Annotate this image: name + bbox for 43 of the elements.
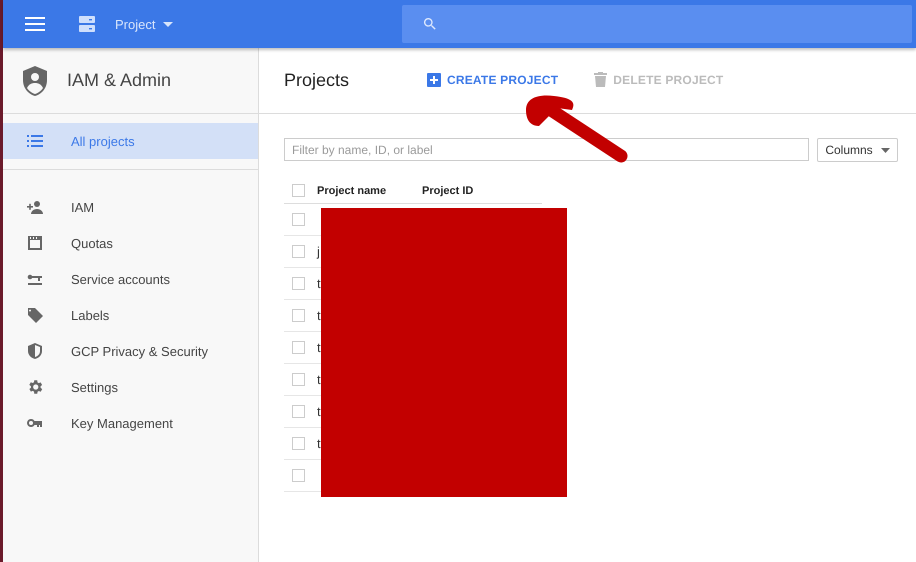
- row-checkbox[interactable]: [292, 213, 305, 226]
- caret-icon: [880, 148, 890, 152]
- shield-icon: [26, 342, 44, 360]
- sidebar-item[interactable]: GCP Privacy & Security: [3, 333, 258, 369]
- trash-icon: [594, 72, 608, 87]
- table-cell: t: [317, 340, 321, 355]
- table-cell: t: [317, 436, 321, 451]
- row-checkbox[interactable]: [292, 309, 305, 322]
- table-cell: t: [317, 276, 321, 291]
- tag-icon: [26, 306, 44, 324]
- sidebar-item[interactable]: Quotas: [3, 225, 258, 261]
- row-checkbox[interactable]: [292, 277, 305, 290]
- sidebar-title: IAM & Admin: [67, 70, 172, 91]
- table-cell: t: [317, 404, 321, 419]
- filter-field[interactable]: Filter by name, ID, or label: [284, 138, 809, 161]
- quota-icon: [26, 234, 44, 252]
- shield-person-icon: [23, 66, 47, 96]
- create-button[interactable]: CREATE PROJECT: [427, 72, 558, 86]
- search-bar[interactable]: [402, 5, 912, 43]
- caret-icon: [163, 22, 174, 26]
- person-add-icon: [26, 198, 44, 216]
- row-checkbox[interactable]: [292, 405, 305, 418]
- row-checkbox[interactable]: [292, 245, 305, 258]
- table-cell: t: [317, 308, 321, 323]
- table-cell: t: [317, 372, 321, 387]
- row-checkbox[interactable]: [292, 341, 305, 354]
- plus-icon: [427, 72, 441, 86]
- column-header[interactable]: Project ID: [422, 184, 474, 196]
- search-icon: [422, 16, 438, 32]
- columns-button[interactable]: Columns: [817, 138, 898, 162]
- sidebar-item[interactable]: Labels: [3, 297, 258, 333]
- row-checkbox[interactable]: [292, 469, 305, 482]
- row-checkbox[interactable]: [292, 373, 305, 386]
- sidebar-item[interactable]: IAM: [3, 189, 258, 225]
- list-icon: [26, 132, 44, 150]
- row-checkbox[interactable]: [292, 437, 305, 450]
- page-title: Projects: [284, 70, 350, 91]
- select-all-checkbox[interactable]: [292, 184, 305, 197]
- sidebar-item[interactable]: Service accounts: [3, 261, 258, 297]
- sidebar-item[interactable]: Key Management: [3, 405, 258, 441]
- sidebar-item[interactable]: Settings: [3, 369, 258, 405]
- column-header[interactable]: Project name: [317, 184, 386, 196]
- table-cell: j: [317, 244, 320, 259]
